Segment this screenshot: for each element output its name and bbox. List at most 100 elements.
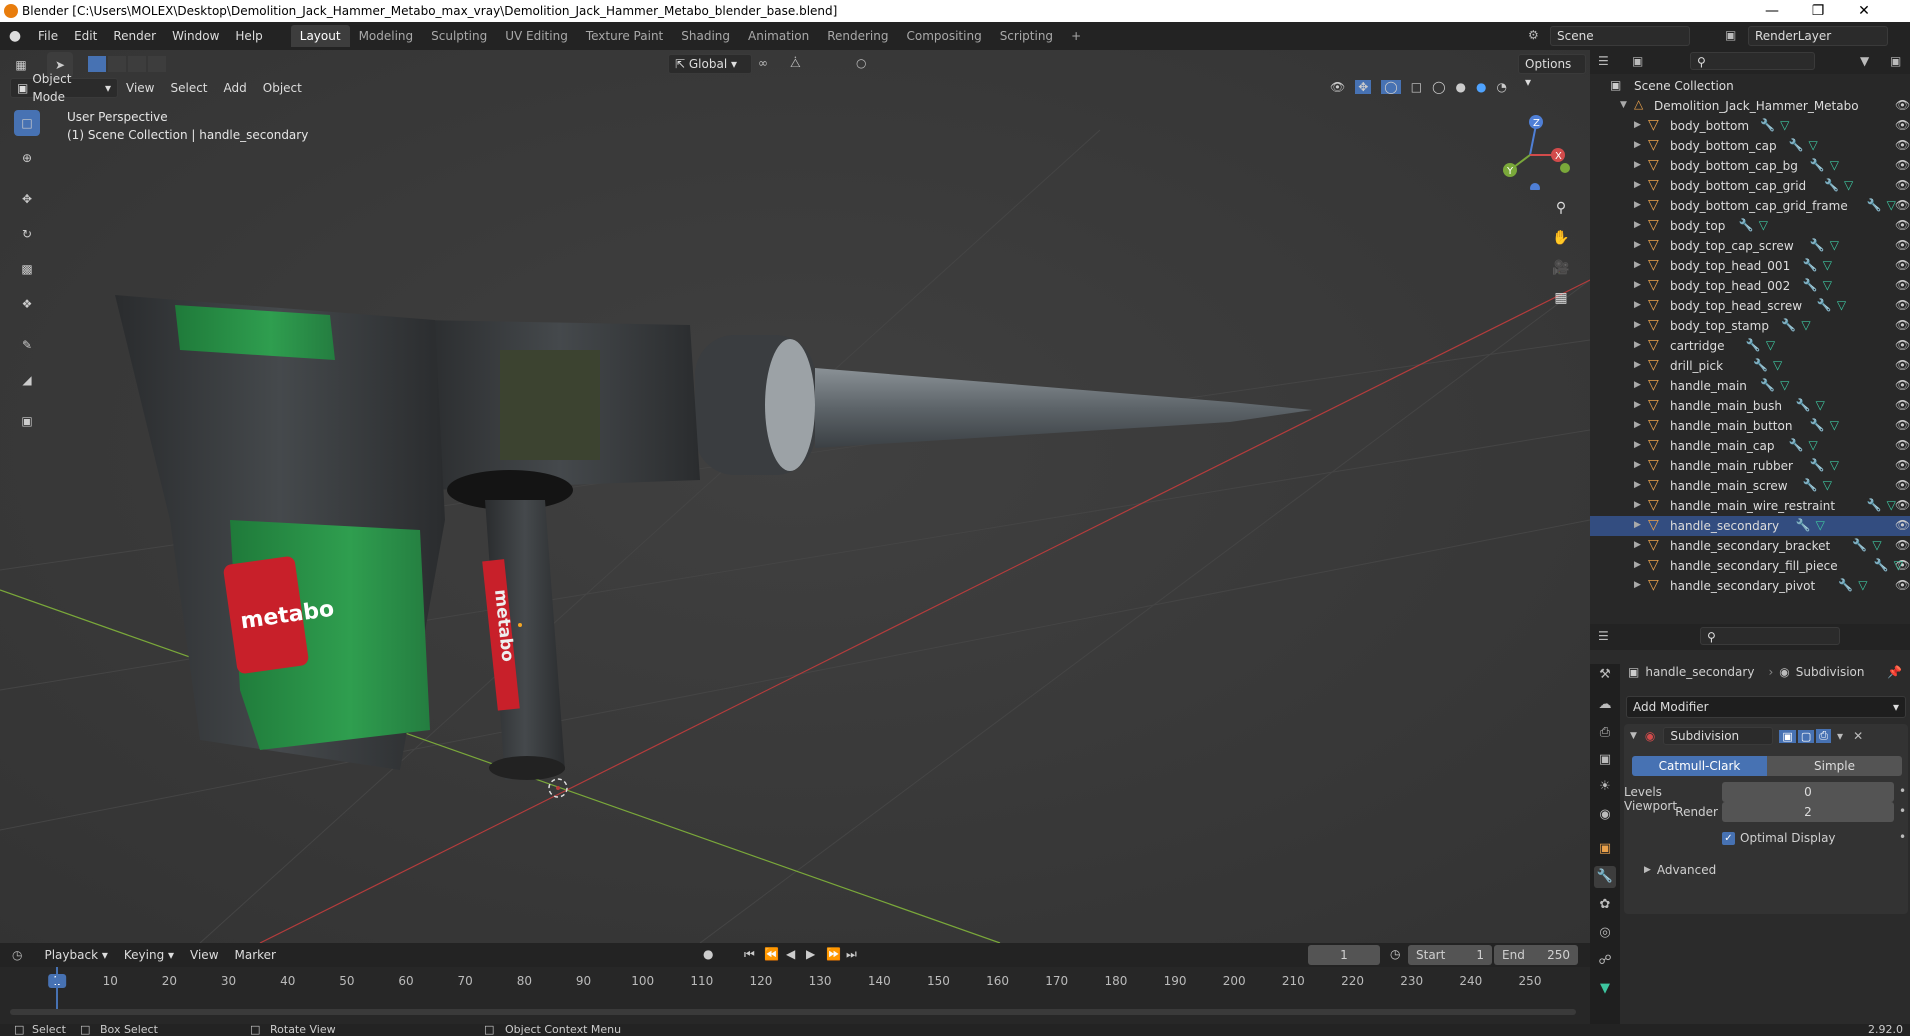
- eye-icon[interactable]: 👁: [1895, 338, 1910, 352]
- select-subtract-icon[interactable]: [128, 56, 146, 72]
- expand-arrow-icon[interactable]: ▶: [1634, 220, 1641, 230]
- tab-sculpting[interactable]: Sculpting: [422, 25, 496, 47]
- select-extend-icon[interactable]: [108, 56, 126, 72]
- playhead[interactable]: [56, 967, 58, 1015]
- object-mode-dropdown[interactable]: ▣ Object Mode ▾: [10, 72, 118, 104]
- tab-compositing[interactable]: Compositing: [897, 25, 990, 47]
- expand-arrow-icon[interactable]: ▶: [1634, 180, 1641, 190]
- eye-icon[interactable]: 👁: [1895, 398, 1910, 412]
- modifier-name-field[interactable]: Subdivision: [1663, 727, 1774, 745]
- minimize-button[interactable]: —: [1749, 0, 1795, 22]
- outliner-scene-collection[interactable]: ▣ Scene Collection: [1590, 76, 1910, 96]
- viewport-menu-object[interactable]: Object: [255, 78, 310, 98]
- jump-start-icon[interactable]: ⏮: [744, 947, 755, 962]
- eye-icon[interactable]: 👁: [1895, 238, 1910, 252]
- mesh-data-icon[interactable]: ▽: [1766, 338, 1775, 352]
- pan-hand-icon[interactable]: ✋: [1548, 225, 1574, 251]
- expand-arrow-icon[interactable]: ▶: [1634, 460, 1641, 470]
- visibility-icon[interactable]: 👁: [1330, 80, 1345, 94]
- tab-object-icon[interactable]: ▣: [1594, 838, 1616, 860]
- levels-viewport-field[interactable]: 0: [1722, 782, 1894, 802]
- expand-arrow-icon[interactable]: ▶: [1634, 580, 1641, 590]
- mesh-data-icon[interactable]: ▽: [1830, 238, 1839, 252]
- camera-view-icon[interactable]: 🎥: [1548, 255, 1574, 281]
- mesh-data-icon[interactable]: ▽: [1809, 138, 1818, 152]
- play-icon[interactable]: ▶: [806, 947, 815, 961]
- 3d-viewport[interactable]: metabo metabo ▦ ➤ ⇱ Global ▾ ∞ ⧊ ○ Optio…: [0, 50, 1590, 943]
- mesh-data-icon[interactable]: ▽: [1858, 578, 1867, 592]
- tab-data-icon[interactable]: ▼: [1594, 978, 1616, 1000]
- tab-tool-icon[interactable]: ⚒: [1594, 664, 1616, 686]
- tool-add-cube-icon[interactable]: ▣: [14, 408, 40, 434]
- properties-search-input[interactable]: ⚲: [1700, 627, 1840, 645]
- eye-icon[interactable]: 👁: [1895, 378, 1910, 392]
- advanced-subpanel[interactable]: ▶ Advanced: [1624, 860, 1908, 880]
- modifier-wrench-icon[interactable]: 🔧: [1803, 258, 1818, 272]
- eye-icon[interactable]: 👁: [1895, 98, 1910, 112]
- mesh-data-icon[interactable]: ▽: [1844, 178, 1853, 192]
- tool-scale-icon[interactable]: ▩: [14, 256, 40, 282]
- expand-arrow-icon[interactable]: ▶: [1634, 540, 1641, 550]
- mesh-data-icon[interactable]: ▽: [1780, 118, 1789, 132]
- timeline-menu-keying[interactable]: Keying ▾: [116, 943, 182, 967]
- outliner-object-row[interactable]: ▶ ▽ handle_secondary_fill_piece 👁 🔧 ▽: [1590, 556, 1910, 576]
- shading-material-icon[interactable]: ●: [1476, 80, 1486, 94]
- expand-arrow-icon[interactable]: ▼: [1620, 100, 1627, 110]
- expand-arrow-icon[interactable]: ▶: [1634, 280, 1641, 290]
- tab-uv-editing[interactable]: UV Editing: [496, 25, 577, 47]
- outliner-object-row[interactable]: ▶ ▽ body_top_cap_screw 👁 🔧 ▽: [1590, 236, 1910, 256]
- keyframe-dot-icon[interactable]: •: [1899, 804, 1906, 818]
- viewport-menu-view[interactable]: View: [118, 78, 162, 98]
- tab-layout[interactable]: Layout: [290, 25, 350, 47]
- outliner-object-row[interactable]: ▶ ▽ cartridge 👁 🔧 ▽: [1590, 336, 1910, 356]
- keyframe-dot-icon[interactable]: •: [1899, 784, 1906, 798]
- expand-arrow-icon[interactable]: ▶: [1634, 360, 1641, 370]
- play-reverse-icon[interactable]: ◀: [786, 947, 795, 961]
- modifier-wrench-icon[interactable]: 🔧: [1781, 318, 1796, 332]
- outliner-object-row[interactable]: ▶ ▽ body_bottom 👁 🔧 ▽: [1590, 116, 1910, 136]
- modifier-wrench-icon[interactable]: 🔧: [1803, 278, 1818, 292]
- eye-icon[interactable]: 👁: [1895, 358, 1910, 372]
- tool-select-box-icon[interactable]: □: [14, 110, 40, 136]
- tab-modeling[interactable]: Modeling: [350, 25, 423, 47]
- display-mode-icon[interactable]: ▣: [1632, 54, 1643, 68]
- modifier-wrench-icon[interactable]: 🔧: [1852, 538, 1867, 552]
- mesh-data-icon[interactable]: ▽: [1809, 438, 1818, 452]
- modifier-wrench-icon[interactable]: 🔧: [1838, 578, 1853, 592]
- outliner-object-row[interactable]: ▶ ▽ body_bottom_cap_grid 👁 🔧 ▽: [1590, 176, 1910, 196]
- expand-arrow-icon[interactable]: ▶: [1634, 560, 1641, 570]
- mesh-data-icon[interactable]: ▽: [1894, 558, 1903, 572]
- outliner-object-row[interactable]: ▶ ▽ body_top_stamp 👁 🔧 ▽: [1590, 316, 1910, 336]
- outliner-object-row[interactable]: ▶ ▽ handle_secondary_bracket 👁 🔧 ▽: [1590, 536, 1910, 556]
- expand-arrow-icon[interactable]: ▶: [1634, 520, 1641, 530]
- modifier-wrench-icon[interactable]: 🔧: [1810, 158, 1825, 172]
- tab-scene-icon[interactable]: ☀: [1594, 776, 1616, 798]
- outliner-editor-type-icon[interactable]: ☰: [1598, 54, 1609, 68]
- outliner-object-row[interactable]: ▶ ▽ body_top 👁 🔧 ▽: [1590, 216, 1910, 236]
- outliner-object-row[interactable]: ▶ ▽ body_bottom_cap 👁 🔧 ▽: [1590, 136, 1910, 156]
- pivot-icon[interactable]: ∞: [758, 56, 768, 70]
- gizmo-toggle-icon[interactable]: ✥: [1355, 80, 1372, 94]
- start-frame-field[interactable]: Start 1: [1408, 945, 1492, 965]
- eye-icon[interactable]: 👁: [1895, 118, 1910, 132]
- eye-icon[interactable]: 👁: [1895, 538, 1910, 552]
- keyframe-dot-icon[interactable]: •: [1899, 830, 1906, 844]
- add-modifier-dropdown[interactable]: Add Modifier ▾: [1626, 696, 1906, 718]
- expand-arrow-icon[interactable]: ▶: [1634, 300, 1641, 310]
- modifier-wrench-icon[interactable]: 🔧: [1796, 398, 1811, 412]
- outliner-object-row[interactable]: ▶ ▽ handle_secondary 👁 🔧 ▽: [1590, 516, 1910, 536]
- eye-icon[interactable]: 👁: [1895, 218, 1910, 232]
- viewport-toggle-icon[interactable]: ▢: [1797, 729, 1815, 743]
- expand-arrow-icon[interactable]: ▶: [1634, 320, 1641, 330]
- mesh-data-icon[interactable]: ▽: [1773, 358, 1782, 372]
- eye-icon[interactable]: 👁: [1895, 578, 1910, 592]
- eye-icon[interactable]: 👁: [1895, 498, 1910, 512]
- mesh-data-icon[interactable]: ▽: [1816, 518, 1825, 532]
- add-workspace-button[interactable]: +: [1062, 25, 1090, 47]
- menu-help[interactable]: Help: [227, 22, 270, 50]
- mesh-data-icon[interactable]: ▽: [1837, 298, 1846, 312]
- outliner-object-row[interactable]: ▶ ▽ handle_secondary_pivot 👁 🔧 ▽: [1590, 576, 1910, 596]
- tab-rendering[interactable]: Rendering: [818, 25, 897, 47]
- outliner-object-row[interactable]: ▶ ▽ body_top_head_002 👁 🔧 ▽: [1590, 276, 1910, 296]
- tab-physics-icon[interactable]: ◎: [1594, 922, 1616, 944]
